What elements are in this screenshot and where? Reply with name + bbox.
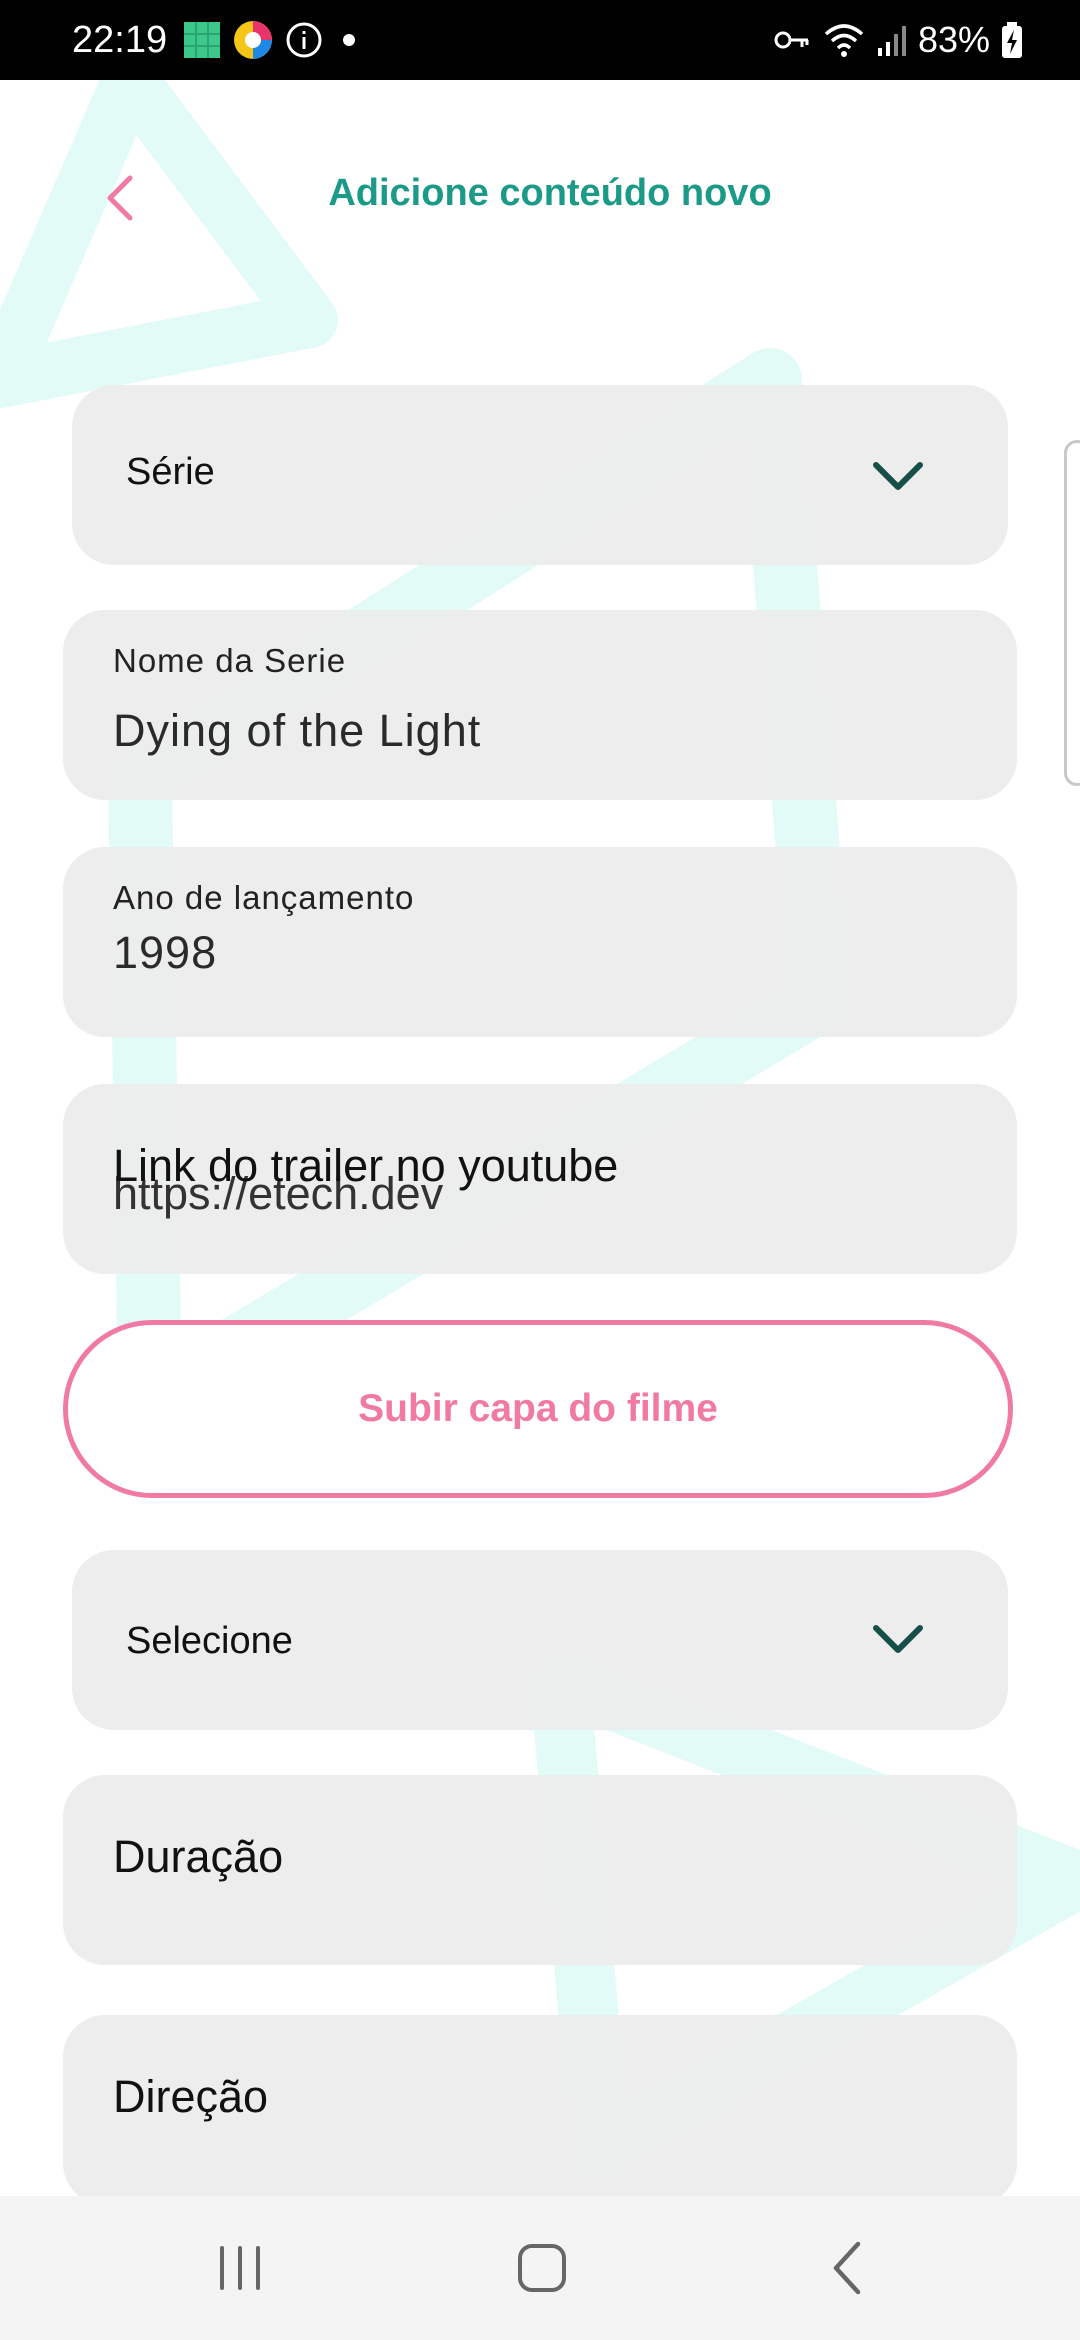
key-icon [774,31,809,49]
info-icon [286,22,322,58]
chevron-down-icon [873,462,923,490]
add-content-screen: 22:19 83% Adicione conteúdo novo Série N… [0,0,1080,2340]
type-select-value: Série [126,451,215,493]
release-year-label: Ano de lançamento [113,879,415,916]
director-placeholder: Direção [113,2071,269,2122]
upload-cover-button[interactable]: Subir capa do filme [63,1320,1013,1498]
series-name-value: Dying of the Light [113,705,482,756]
category-select[interactable]: Selecione [72,1550,1008,1730]
signal-icon [877,26,906,56]
category-select-value: Selecione [126,1620,293,1662]
page-title: Adicione conteúdo novo [328,172,772,214]
type-select[interactable]: Série [72,385,1008,565]
series-name-label: Nome da Serie [113,642,347,679]
duration-field[interactable]: Duração [63,1775,1017,1965]
gallery-icon [184,22,220,58]
battery-charging-icon [1002,22,1022,58]
color-app-icon [234,21,272,59]
director-field[interactable]: Direção [63,2015,1017,2205]
navigation-bar [0,2196,1080,2340]
status-right-icons: 83% [772,16,1024,64]
series-name-field[interactable]: Nome da Serie Dying of the Light [63,610,1017,800]
dot-icon [343,34,355,46]
scrollbar-handle[interactable] [1064,440,1080,786]
duration-placeholder: Duração [113,1831,284,1882]
back-icon[interactable] [806,2236,886,2300]
status-bar: 22:19 83% [0,0,1080,80]
release-year-value: 1998 [113,927,218,978]
trailer-link-placeholder: Link do trailer no youtube [113,1140,619,1191]
recent-apps-icon[interactable] [200,2236,280,2300]
status-left-icons [182,16,364,64]
status-time: 22:19 [72,19,168,61]
battery-percent: 83% [917,19,990,60]
trailer-link-field[interactable]: https://etech.dev Link do trailer no you… [63,1084,1017,1274]
wifi-icon [824,24,864,57]
release-year-field[interactable]: Ano de lançamento 1998 [63,847,1017,1037]
upload-cover-label: Subir capa do filme [358,1387,718,1430]
chevron-down-icon [873,1625,923,1653]
home-icon[interactable] [502,2236,582,2300]
